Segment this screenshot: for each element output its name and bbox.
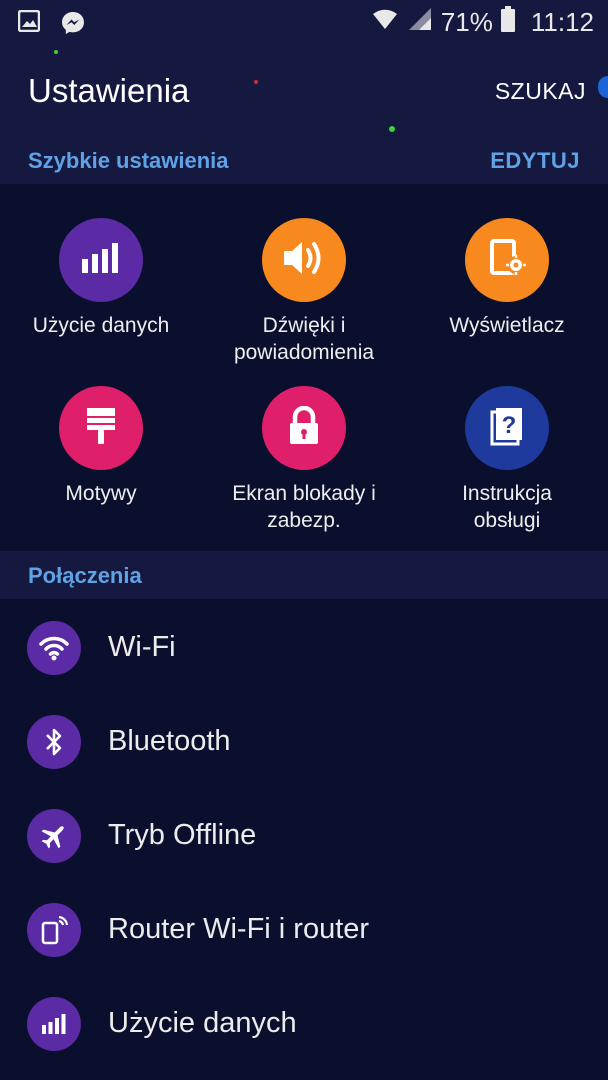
search-button[interactable]: SZUKAJ <box>495 78 586 105</box>
signal-icon <box>407 6 433 39</box>
display-icon <box>487 238 527 283</box>
list-item-bluetooth[interactable]: Bluetooth <box>0 695 608 789</box>
decorative-speck <box>54 50 58 54</box>
hotspot-icon <box>27 903 81 957</box>
quick-settings-header: Szybkie ustawienia EDYTUJ <box>0 140 608 184</box>
connections-header: Połączenia <box>0 551 608 599</box>
connections-title: Połączenia <box>28 563 142 588</box>
svg-text:?: ? <box>502 412 517 439</box>
quick-tile-display[interactable]: Wyświetlacz <box>407 218 607 339</box>
lock-icon <box>287 405 321 451</box>
tile-label: Instrukcja obsługi <box>462 482 552 532</box>
list-item-hotspot[interactable]: Router Wi-Fi i router <box>0 883 608 977</box>
page-title: Ustawienia <box>28 72 190 109</box>
quick-tile-sounds[interactable]: Dźwięki i powiadomienia <box>204 218 404 366</box>
help-book-icon: ? <box>489 406 525 451</box>
volume-icon <box>282 238 326 283</box>
list-item-data-usage[interactable]: Użycie danych <box>0 977 608 1071</box>
tile-label: Dźwięki i powiadomienia <box>233 314 375 364</box>
tile-label: Ekran blokady i zabezp. <box>232 482 376 532</box>
tile-label: Użycie danych <box>32 314 170 337</box>
quick-settings-title: Szybkie ustawienia <box>28 148 229 173</box>
tile-circle: ? <box>465 386 549 470</box>
edit-button[interactable]: EDYTUJ <box>490 148 580 174</box>
tile-circle <box>262 218 346 302</box>
list-item-label: Użycie danych <box>108 1007 297 1039</box>
wifi-icon <box>371 7 399 38</box>
search-indicator <box>598 76 608 98</box>
airplane-icon <box>27 809 81 863</box>
decorative-speck <box>389 126 395 132</box>
tile-circle <box>262 386 346 470</box>
paint-brush-icon <box>83 406 119 451</box>
tile-circle <box>465 218 549 302</box>
tile-circle <box>59 218 143 302</box>
battery-icon <box>500 6 515 39</box>
messenger-icon <box>60 10 86 41</box>
tile-circle <box>59 386 143 470</box>
clock: 11:12 <box>530 7 594 37</box>
app-header: Ustawienia SZUKAJ <box>0 44 608 140</box>
data-usage-icon <box>27 997 81 1051</box>
list-item-label: Router Wi-Fi i router <box>108 913 370 945</box>
tile-label: Wyświetlacz <box>449 314 565 337</box>
list-item-airplane-mode[interactable]: Tryb Offline <box>0 789 608 883</box>
tile-label: Motywy <box>65 482 137 505</box>
bluetooth-icon <box>27 715 81 769</box>
data-usage-icon <box>81 241 121 280</box>
decorative-speck <box>254 80 258 84</box>
quick-tile-user-manual[interactable]: ? Instrukcja obsługi <box>407 386 607 534</box>
quick-settings-grid: Użycie danych Dźwięki i powiadomienia Wy… <box>0 184 608 550</box>
list-item-wifi[interactable]: Wi-Fi <box>0 601 608 695</box>
list-item-label: Wi-Fi <box>108 631 176 663</box>
status-bar: 71% 11:12 <box>0 0 608 44</box>
wifi-icon <box>27 621 81 675</box>
gallery-icon <box>17 9 41 41</box>
list-item-label: Tryb Offline <box>108 819 257 851</box>
battery-percent: 71% <box>440 7 493 37</box>
quick-tile-data-usage[interactable]: Użycie danych <box>1 218 201 339</box>
quick-tile-themes[interactable]: Motywy <box>1 386 201 507</box>
quick-tile-lock-screen[interactable]: Ekran blokady i zabezp. <box>204 386 404 534</box>
list-item-label: Bluetooth <box>108 725 231 757</box>
